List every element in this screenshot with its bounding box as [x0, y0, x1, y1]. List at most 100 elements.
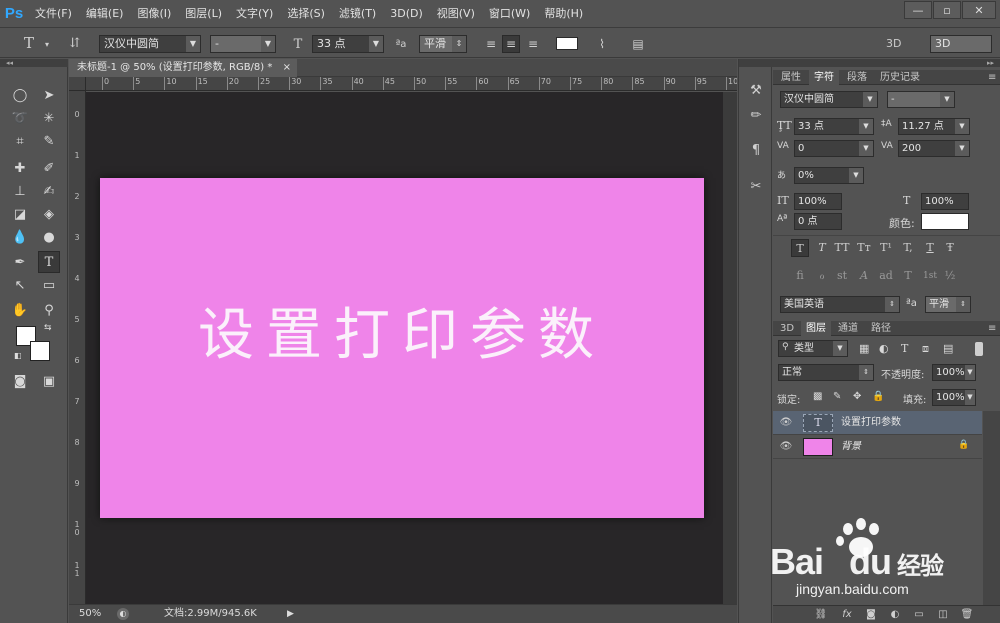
font-family-dropdown[interactable]: 汉仪中圆简 ▼ [99, 35, 201, 53]
new-group-icon[interactable]: ▭ [911, 608, 927, 622]
font-style-dropdown[interactable]: - ▼ [210, 35, 276, 53]
layers-menu-icon[interactable]: ≡ [983, 321, 1000, 336]
status-info-icon[interactable]: ◐ [117, 608, 129, 620]
antialias-dropdown[interactable]: 平滑 ⇕ [419, 35, 467, 53]
align-right-icon[interactable]: ≡ [524, 35, 542, 53]
tab-3d[interactable]: 3D [775, 321, 799, 336]
opacity-field[interactable]: 100% ▼ [932, 364, 976, 381]
minimize-button[interactable]: — [904, 1, 932, 19]
stylistic-alternates-button[interactable]: ad [877, 267, 895, 285]
char-color-swatch[interactable] [921, 213, 969, 230]
menu-3d[interactable]: 3D(D) [383, 0, 430, 28]
menu-edit[interactable]: 编辑(E) [79, 0, 131, 28]
language-dropdown[interactable]: 美国英语 ⇕ [780, 296, 900, 313]
char-font-family-dropdown[interactable]: 汉仪中圆简 ▼ [780, 91, 878, 108]
menu-select[interactable]: 选择(S) [280, 0, 332, 28]
tab-paths[interactable]: 路径 [866, 321, 896, 336]
char-tracking-field[interactable]: 200 ▼ [898, 140, 970, 157]
menu-file[interactable]: 文件(F) [28, 0, 79, 28]
menu-filter[interactable]: 滤镜(T) [332, 0, 383, 28]
all-caps-button[interactable]: TT [833, 239, 851, 257]
document-canvas[interactable]: 设置打印参数 [100, 178, 704, 518]
filter-shape-icon[interactable]: ⧈ [922, 342, 929, 356]
type-tool-preset-icon[interactable]: T [20, 34, 38, 52]
dock-collapse-handle[interactable] [739, 59, 773, 67]
link-layers-icon[interactable]: ⛓ [813, 608, 829, 622]
crop-tool-icon[interactable]: ⌗ [9, 130, 31, 152]
lock-position-icon[interactable]: ✥ [853, 391, 861, 402]
tab-paragraph[interactable]: 段落 [842, 70, 872, 85]
lock-all-icon[interactable]: 🔒 [872, 391, 884, 402]
pen-tool-icon[interactable]: ✒ [9, 251, 31, 273]
char-vertical-scale-field[interactable]: 100% [794, 193, 842, 210]
horizontal-ruler[interactable]: 0 5 10 15 20 25 30 35 40 45 50 55 60 65 70 75 80 85 90 95 10… [86, 77, 737, 91]
history-brush-tool-icon[interactable]: ✍ [38, 180, 60, 202]
filter-type-icon[interactable]: T [901, 342, 908, 355]
layer-name[interactable]: 设置打印参数 [841, 416, 901, 430]
font-size-dropdown[interactable]: 33 点 ▼ [312, 35, 384, 53]
layer-row-text[interactable]: 👁 T 设置打印参数 [773, 411, 982, 435]
menu-window[interactable]: 窗口(W) [482, 0, 537, 28]
fractions-button[interactable]: ½ [941, 267, 959, 285]
char-baseline-field[interactable]: 0 点 [794, 213, 842, 230]
lock-transparency-icon[interactable]: ▩ [813, 391, 822, 402]
background-color-swatch[interactable] [30, 341, 50, 361]
blur-tool-icon[interactable]: 💧 [9, 226, 31, 248]
paint-bucket-tool-icon[interactable]: ◈ [38, 203, 60, 225]
screen-mode-icon[interactable]: ▣ [38, 370, 60, 392]
healing-brush-tool-icon[interactable]: ✚ [9, 157, 31, 179]
lock-pixels-icon[interactable]: ✎ [833, 391, 841, 402]
restore-button[interactable]: ▫ [933, 1, 961, 19]
toolbox-collapse-handle[interactable]: ◂◂ [0, 59, 68, 67]
new-layer-icon[interactable]: ◫ [935, 608, 951, 622]
path-selection-tool-icon[interactable]: ↖ [9, 274, 31, 296]
rectangle-tool-icon[interactable]: ▭ [38, 274, 60, 296]
clone-stamp-tool-icon[interactable]: ⊥ [9, 180, 31, 202]
swap-colors-icon[interactable]: ⇆ [44, 323, 52, 333]
3d-workspace-dropdown[interactable]: 3D [930, 35, 992, 53]
warp-text-icon[interactable]: ⌇ [593, 35, 611, 53]
fill-field[interactable]: 100% ▼ [932, 389, 976, 406]
char-font-style-dropdown[interactable]: - ▼ [887, 91, 955, 108]
vertical-scrollbar[interactable] [723, 92, 737, 604]
faux-bold-button[interactable]: T [791, 239, 809, 257]
ordinals-button[interactable]: 1st [921, 267, 939, 285]
char-leading-field[interactable]: 11.27 点 ▼ [898, 118, 970, 135]
canvas-workspace[interactable]: 设置打印参数 [86, 92, 723, 604]
tab-properties[interactable]: 属性 [776, 70, 806, 85]
tools-icon[interactable]: ✂ [745, 175, 767, 197]
brush-tool-icon[interactable]: ✐ [38, 157, 60, 179]
align-center-icon[interactable]: ≡ [502, 35, 520, 53]
layer-visibility-eye-icon[interactable]: 👁 [779, 440, 793, 454]
char-kerning-field[interactable]: 0 ▼ [794, 140, 874, 157]
titling-alternates-button[interactable]: T [899, 267, 917, 285]
tool-presets-icon[interactable]: ⚒ [745, 79, 767, 101]
magic-wand-tool-icon[interactable]: ✳ [38, 107, 60, 129]
panel-collapse-handle[interactable]: ▸▸ [773, 59, 1000, 67]
underline-button[interactable]: T [921, 239, 939, 257]
character-panel-toggle-icon[interactable]: ▤ [629, 35, 647, 53]
dodge-tool-icon[interactable]: ● [38, 226, 60, 248]
tab-character[interactable]: 字符 [809, 70, 839, 85]
move-tool-icon[interactable]: ➤ [38, 84, 60, 106]
align-left-icon[interactable]: ≡ [482, 35, 500, 53]
add-mask-icon[interactable]: ◙ [863, 608, 879, 622]
toggle-text-orientation-icon[interactable]: ⇵ [66, 34, 84, 52]
filter-pixel-icon[interactable]: ▦ [859, 342, 869, 355]
default-colors-icon[interactable]: ◧ [14, 351, 22, 360]
close-document-icon[interactable]: × [283, 59, 291, 77]
delete-layer-icon[interactable]: 🗑 [959, 608, 975, 622]
small-caps-button[interactable]: Tт [855, 239, 873, 257]
discretionary-ligatures-button[interactable]: st [833, 267, 851, 285]
zoom-tool-icon[interactable]: ⚲ [38, 299, 60, 321]
tab-layers[interactable]: 图层 [801, 321, 831, 336]
char-size-field[interactable]: 33 点 ▼ [794, 118, 874, 135]
tab-channels[interactable]: 通道 [833, 321, 863, 336]
zoom-level[interactable]: 50% [79, 605, 101, 623]
char-antialias-dropdown[interactable]: 平滑 ⇕ [925, 296, 971, 313]
filter-toggle-switch[interactable] [975, 342, 983, 356]
blend-mode-dropdown[interactable]: 正常 ⇕ [778, 364, 874, 381]
text-color-swatch[interactable] [556, 37, 578, 50]
preset-dropdown-arrow-icon[interactable]: ▾ [38, 35, 56, 53]
lasso-tool-icon[interactable]: ➰ [9, 107, 31, 129]
